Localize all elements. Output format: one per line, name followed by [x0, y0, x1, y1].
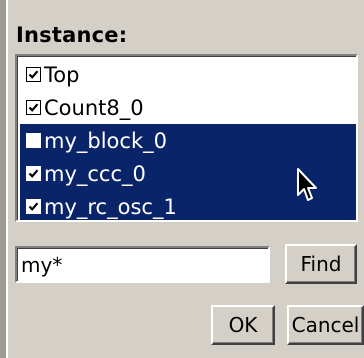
list-item-label: Top — [44, 62, 80, 87]
list-item-label: my_ccc_0 — [44, 161, 146, 186]
list-item-label: my_block_0 — [44, 128, 167, 153]
list-item-count8[interactable]: Count8_0 — [20, 91, 356, 124]
mouse-pointer-icon — [297, 168, 317, 201]
check-icon — [28, 70, 39, 79]
check-icon — [28, 202, 39, 211]
list-item-my-block[interactable]: my_block_0 — [20, 124, 356, 157]
panel-edge-highlight — [6, 0, 8, 358]
checkbox-my-block[interactable] — [26, 133, 41, 148]
instance-label: Instance: — [16, 23, 128, 47]
checkbox-top[interactable] — [26, 67, 41, 82]
check-icon — [28, 103, 39, 112]
find-button[interactable]: Find — [285, 244, 357, 284]
list-item-top[interactable]: Top — [20, 58, 356, 91]
cancel-button[interactable]: Cancel — [287, 305, 364, 345]
check-icon — [28, 169, 39, 178]
search-input[interactable] — [15, 246, 270, 283]
instance-panel: Instance: Top Count8_0 my_block_0 my_ccc… — [0, 0, 364, 358]
list-item-label: Count8_0 — [44, 95, 144, 120]
checkbox-my-ccc[interactable] — [26, 166, 41, 181]
checkbox-my-rc-osc[interactable] — [26, 199, 41, 214]
list-item-label: my_rc_osc_1 — [44, 194, 177, 219]
ok-button[interactable]: OK — [211, 305, 275, 345]
checkbox-count8[interactable] — [26, 100, 41, 115]
